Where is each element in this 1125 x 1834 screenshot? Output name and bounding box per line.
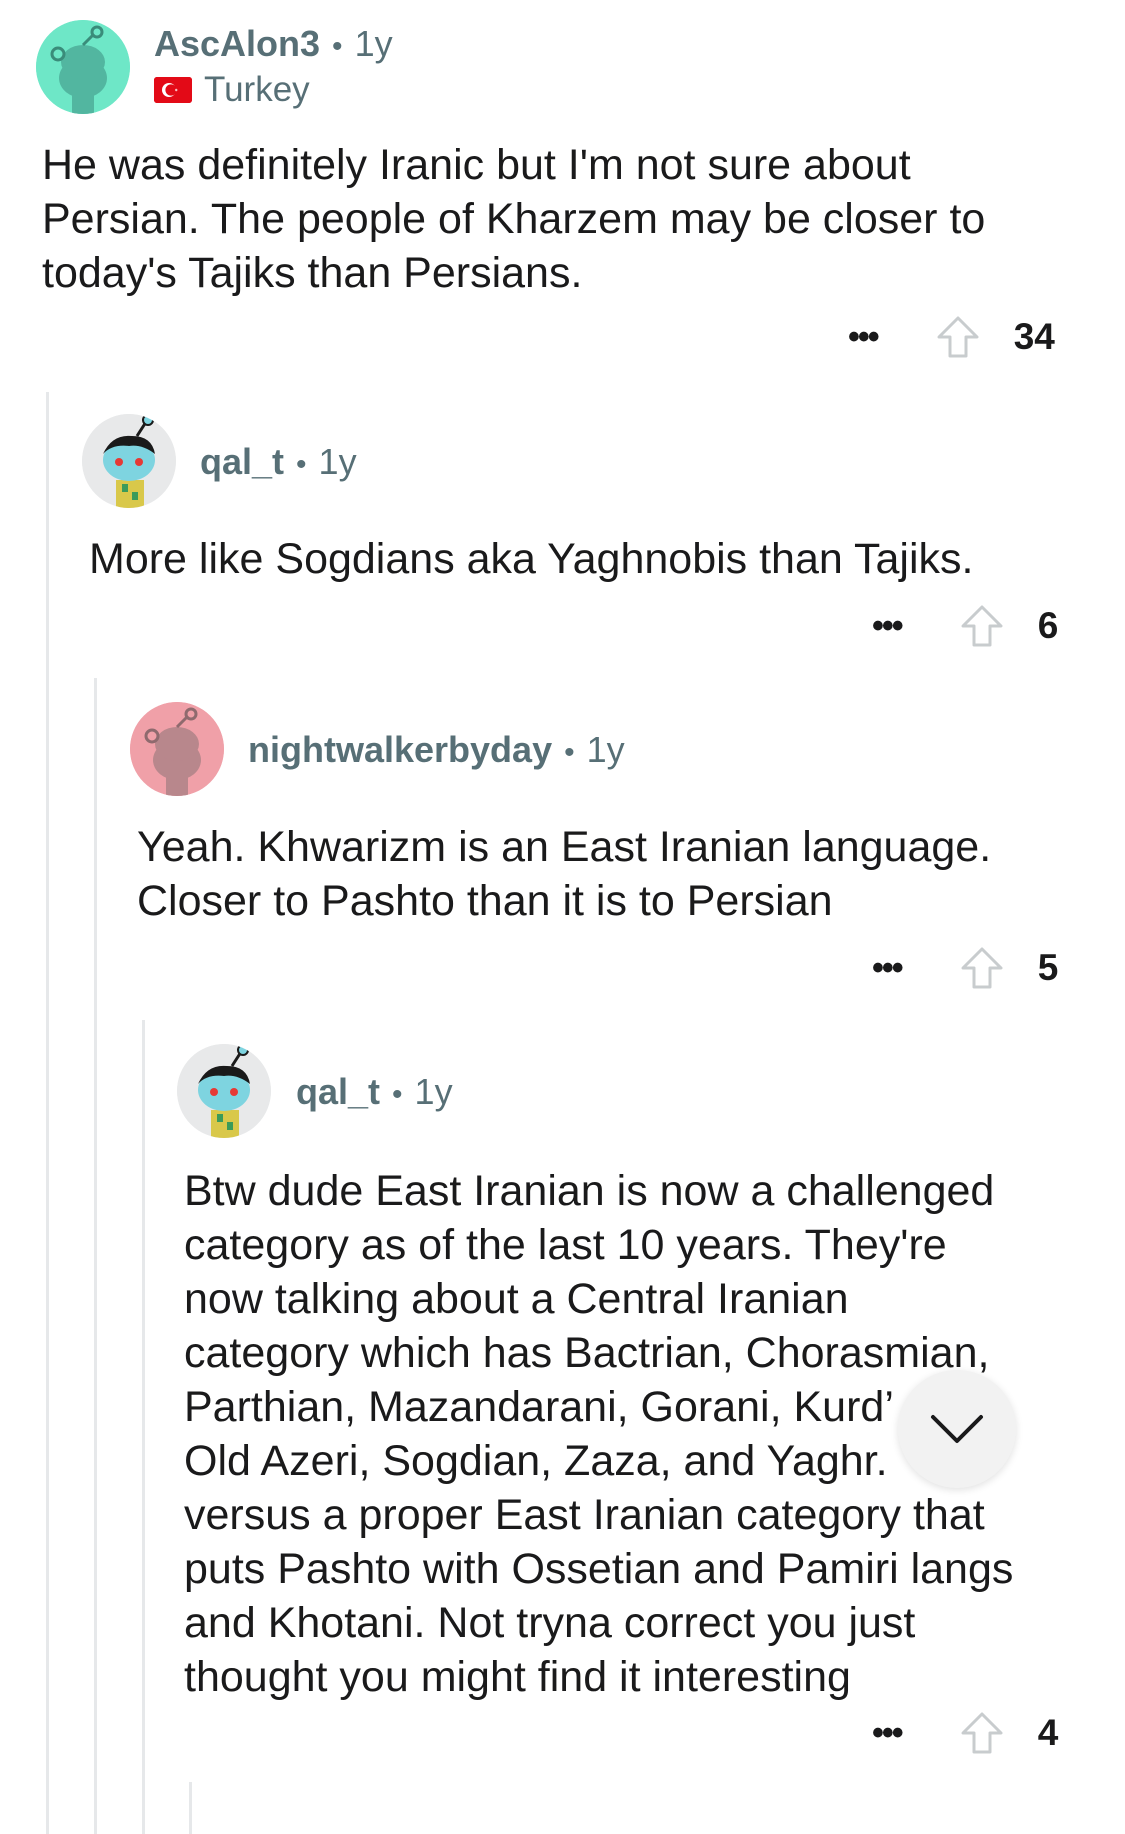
user-flair: Turkey xyxy=(154,68,310,112)
snoo-avatar-icon xyxy=(82,414,176,508)
snoo-avatar-icon xyxy=(36,20,130,114)
comment-actions: ••• 6 xyxy=(872,601,1058,651)
snoo-avatar-icon xyxy=(177,1044,271,1138)
username[interactable]: nightwalkerbyday xyxy=(248,729,552,770)
avatar[interactable] xyxy=(177,1044,271,1138)
upvote-arrow-icon[interactable] xyxy=(958,602,1006,650)
more-options-icon[interactable]: ••• xyxy=(872,951,904,985)
comment-meta: nightwalkerbyday • 1y xyxy=(248,728,625,775)
comment-meta: AscAlon3 • 1y xyxy=(154,22,393,69)
more-options-icon[interactable]: ••• xyxy=(848,320,880,354)
username[interactable]: qal_t xyxy=(296,1071,380,1112)
comment-body: Yeah. Khwarizm is an East Iranian langua… xyxy=(137,823,992,925)
comment-meta: qal_t • 1y xyxy=(296,1070,453,1117)
separator-dot: • xyxy=(392,1078,403,1111)
chevron-down-icon xyxy=(931,1415,983,1443)
comment-age: 1y xyxy=(318,441,357,482)
snoo-avatar-icon xyxy=(130,702,224,796)
username[interactable]: qal_t xyxy=(200,441,284,482)
comment-body: He was definitely Iranic but I'm not sur… xyxy=(42,141,986,297)
thread-line-level-2[interactable] xyxy=(94,678,97,1834)
scroll-next-comment-button[interactable] xyxy=(898,1370,1016,1488)
upvote-count: 6 xyxy=(1037,605,1059,646)
comment-actions: ••• 34 xyxy=(848,312,1055,362)
upvote-arrow-icon[interactable] xyxy=(958,1709,1006,1757)
upvote-arrow-icon[interactable] xyxy=(934,313,982,361)
comment-actions: ••• 4 xyxy=(872,1708,1058,1758)
more-options-icon[interactable]: ••• xyxy=(872,1716,904,1750)
thread-line-level-1[interactable] xyxy=(46,392,49,1834)
username[interactable]: AscAlon3 xyxy=(154,23,320,64)
comment-age: 1y xyxy=(414,1071,453,1112)
flair-text: Turkey xyxy=(204,70,310,109)
upvote-arrow-icon[interactable] xyxy=(958,944,1006,992)
upvote-count: 5 xyxy=(1037,947,1059,988)
comment-age: 1y xyxy=(586,729,625,770)
comment-meta: qal_t • 1y xyxy=(200,440,357,487)
turkey-flag-icon xyxy=(154,77,192,103)
comment-body: Btw dude East Iranian is now a challenge… xyxy=(184,1167,1014,1701)
comment-actions: ••• 5 xyxy=(872,943,1058,993)
avatar[interactable] xyxy=(82,414,176,508)
upvote-count: 4 xyxy=(1037,1712,1059,1753)
upvote-count: 34 xyxy=(1013,316,1055,357)
avatar[interactable] xyxy=(36,20,130,114)
comment-age: 1y xyxy=(354,23,393,64)
separator-dot: • xyxy=(296,448,307,481)
thread-line-level-4[interactable] xyxy=(189,1782,192,1834)
avatar[interactable] xyxy=(130,702,224,796)
separator-dot: • xyxy=(564,736,575,769)
comment-body: More like Sogdians aka Yaghnobis than Ta… xyxy=(89,535,974,583)
thread-line-level-3[interactable] xyxy=(142,1020,145,1834)
separator-dot: • xyxy=(332,30,343,63)
more-options-icon[interactable]: ••• xyxy=(872,609,904,643)
